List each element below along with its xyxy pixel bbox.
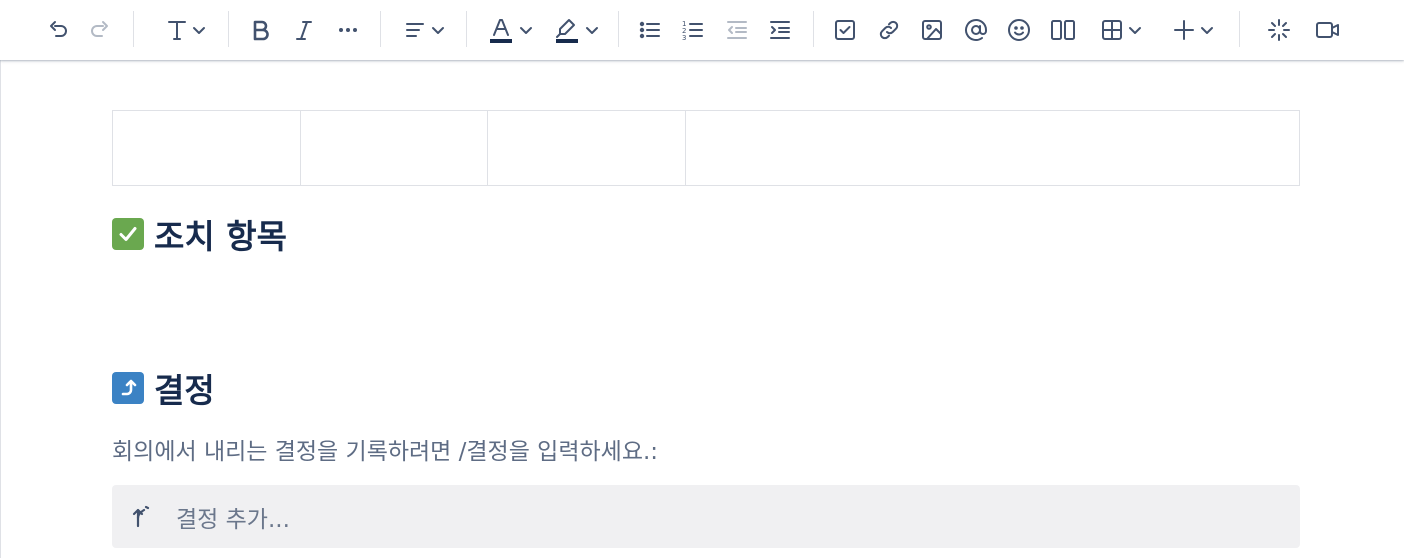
indent-button[interactable] [762,12,798,48]
emoji-button[interactable] [1001,12,1037,48]
chevron-down-icon [192,27,205,34]
numbered-list-icon: 123 [682,20,703,42]
insert-button[interactable] [1162,12,1224,48]
insert-icon [1173,20,1194,40]
alignment-button[interactable] [396,12,452,48]
table-cell[interactable] [685,110,1300,186]
toolbar-separator [466,11,467,47]
table [112,110,1300,186]
arrow-right-hook-up-icon [112,372,144,404]
align-icon [405,23,424,37]
table-icon [1101,20,1122,40]
layout-button[interactable] [1045,12,1081,48]
chevron-down-icon [585,27,598,34]
action-items-title: 조치 항목 [154,217,287,256]
toolbar-separator [380,11,381,47]
mention-button[interactable] [958,12,994,48]
redo-icon [91,21,108,37]
decisions-title: 결정 [154,371,215,410]
text-style-icon [167,21,186,40]
italic-icon [296,21,312,40]
more-icon [339,28,357,32]
ai-button[interactable] [1261,12,1297,48]
indent-icon [770,21,790,39]
more-formatting-button[interactable] [330,12,366,48]
undo-button[interactable] [40,12,76,48]
table-cell[interactable] [112,110,301,186]
task-icon [835,20,855,40]
toolbar-separator [618,11,619,47]
editor-toolbar: 123 [0,0,1404,60]
italic-button[interactable] [286,12,322,48]
layout-icon [1051,20,1075,40]
table-row [112,110,1300,186]
bold-icon [253,20,269,41]
add-decision-field[interactable]: 결정 추가... [112,485,1300,548]
toolbar-separator [813,11,814,47]
svg-text:3: 3 [682,34,686,42]
link-button[interactable] [871,12,907,48]
ai-icon [1268,19,1290,41]
highlight-color-button[interactable] [548,12,604,48]
redo-button[interactable] [82,12,118,48]
bullet-list-button[interactable] [632,12,668,48]
chevron-down-icon [1128,27,1141,34]
numbered-list-button[interactable]: 123 [675,12,711,48]
bullet-list-icon [639,21,660,39]
text-style-button[interactable] [158,12,214,48]
text-color-icon [489,19,512,43]
chevron-down-icon [431,27,444,34]
highlight-icon [555,19,578,43]
bold-button[interactable] [243,12,279,48]
chevron-down-icon [519,27,532,34]
undo-icon [50,21,67,37]
decisions-heading: 결정 [112,364,215,412]
toolbar-separator [133,11,134,47]
task-button[interactable] [827,12,863,48]
table-button[interactable] [1090,12,1152,48]
video-button[interactable] [1310,12,1346,48]
outdent-icon [727,21,747,39]
editor-content: 조치 항목 결정 회의에서 내리는 결정을 기록하려면 /결정을 입력하세요.:… [0,60,1404,558]
image-icon [922,20,942,40]
table-cell[interactable] [487,110,686,186]
mention-icon [965,19,987,41]
chevron-down-icon [1200,27,1213,34]
add-decision-placeholder: 결정 추가... [176,506,290,533]
text-color-button[interactable] [482,12,538,48]
check-mark-button-icon [112,218,144,250]
outdent-button[interactable] [719,12,755,48]
decisions-description: 회의에서 내리는 결정을 기록하려면 /결정을 입력하세요.: [112,439,659,465]
toolbar-separator [228,11,229,47]
link-icon [879,20,899,40]
image-button[interactable] [914,12,950,48]
emoji-icon [1008,19,1030,41]
action-items-heading: 조치 항목 [112,210,287,258]
table-cell[interactable] [300,110,488,186]
video-icon [1316,22,1339,38]
decision-icon [132,505,150,527]
toolbar-separator [1239,11,1240,47]
